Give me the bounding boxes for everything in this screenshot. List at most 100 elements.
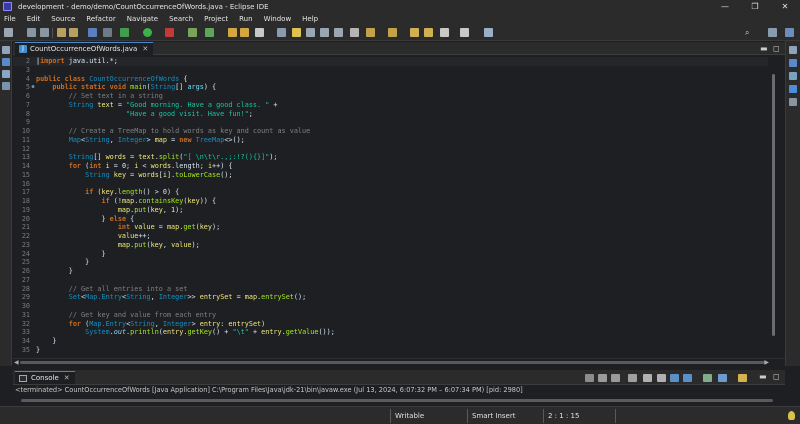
redo-icon[interactable] <box>69 28 78 37</box>
code-line[interactable]: 17 if (key.length() > 0) { <box>13 188 773 197</box>
run-icon[interactable] <box>143 28 152 37</box>
menu-edit[interactable]: Edit <box>27 15 41 23</box>
code-text[interactable]: // Create a TreeMap to hold words as key… <box>36 127 310 136</box>
code-line[interactable]: 13 String[] words = text.split("[ \n\t\r… <box>13 153 773 162</box>
code-text[interactable]: for (Map.Entry<String, Integer> entry: e… <box>36 320 266 329</box>
fold-marker-icon[interactable] <box>30 118 36 127</box>
code-text[interactable]: // Set text in a string <box>36 92 163 101</box>
menu-window[interactable]: Window <box>264 15 292 23</box>
pin-console-icon[interactable] <box>703 374 712 382</box>
code-line[interactable]: 35} <box>13 346 773 355</box>
display-console-icon[interactable] <box>718 374 727 382</box>
outline-view-icon[interactable] <box>789 59 797 67</box>
save-all-icon[interactable] <box>40 28 49 37</box>
close-icon[interactable]: ✕ <box>142 45 148 53</box>
search-tool-icon[interactable] <box>255 28 264 37</box>
console-horizontal-scrollbar[interactable] <box>13 396 785 404</box>
scroll-right-icon[interactable]: ▶ <box>764 359 769 366</box>
task-list-icon[interactable] <box>789 72 797 80</box>
menu-navigate[interactable]: Navigate <box>127 15 158 23</box>
fold-marker-icon[interactable] <box>30 276 36 285</box>
minimize-icon[interactable]: ▬ <box>760 44 768 53</box>
problems-icon[interactable] <box>789 98 797 106</box>
insert-mode-status[interactable]: Smart Insert <box>472 410 515 422</box>
scroll-thumb[interactable] <box>20 361 765 364</box>
code-line[interactable]: 22 value++; <box>13 232 773 241</box>
open-console-icon[interactable] <box>738 374 747 382</box>
code-editor[interactable]: 2 |import java.util.*; 3 4 public class Coun… <box>13 56 780 358</box>
debug-icon[interactable] <box>120 28 129 37</box>
java-perspective-icon[interactable] <box>785 28 794 37</box>
code-text[interactable]: String[] words = text.split("[ \n\t\r.,;… <box>36 153 278 162</box>
close-icon[interactable]: ✕ <box>770 0 800 13</box>
new-icon[interactable] <box>4 28 13 37</box>
show-stdout-icon[interactable] <box>670 374 679 382</box>
code-text[interactable]: } <box>36 258 89 267</box>
minimize-icon[interactable]: ▬ <box>759 372 767 381</box>
code-text[interactable]: String key = words[i].toLowerCase(); <box>36 171 232 180</box>
code-line[interactable]: 16 <box>13 180 773 189</box>
code-text[interactable]: if (!map.containsKey(key)) { <box>36 197 216 206</box>
code-line[interactable]: 2 |import java.util.*; <box>13 57 773 66</box>
help-icon[interactable] <box>789 85 797 93</box>
menu-help[interactable]: Help <box>302 15 318 23</box>
code-line[interactable]: 12 <box>13 145 773 154</box>
terminate-icon[interactable] <box>585 374 594 382</box>
code-line[interactable]: 5 ● public static void main(String[] args… <box>13 83 773 92</box>
highlight-icon[interactable] <box>292 28 301 37</box>
undo-icon[interactable] <box>57 28 66 37</box>
type-hierarchy-icon[interactable] <box>2 82 10 90</box>
prev-annotation-icon[interactable] <box>388 28 397 37</box>
forward-icon[interactable] <box>424 28 433 37</box>
toggle-block-icon[interactable] <box>306 28 315 37</box>
fold-marker-icon[interactable] <box>30 66 36 75</box>
close-icon[interactable]: ✕ <box>64 374 70 382</box>
lightbulb-icon[interactable] <box>788 411 795 420</box>
next-annotation-icon[interactable] <box>366 28 375 37</box>
code-lines[interactable]: 2 |import java.util.*; 3 4 public class Coun… <box>13 57 773 355</box>
menu-refactor[interactable]: Refactor <box>86 15 115 23</box>
menu-file[interactable]: File <box>4 15 16 23</box>
skip-breakpoints-icon[interactable] <box>103 28 112 37</box>
code-text[interactable]: } <box>36 267 73 276</box>
terminal-icon[interactable] <box>88 28 97 37</box>
code-text[interactable]: if (key.length() > 0) { <box>36 188 179 197</box>
search-icon[interactable]: ⌕ <box>745 28 754 37</box>
maximize-icon[interactable]: ◻ <box>773 44 780 53</box>
code-line[interactable]: 4 public class CountOccurrenceOfWords { <box>13 75 773 84</box>
code-text[interactable]: |import java.util.*; <box>36 57 118 66</box>
code-line[interactable]: 27 <box>13 276 773 285</box>
remove-launch-icon[interactable] <box>598 374 607 382</box>
restore-icon[interactable] <box>2 46 10 54</box>
code-text[interactable]: } <box>36 337 56 346</box>
code-text[interactable]: Set<Map.Entry<String, Integer>> entrySet… <box>36 293 306 302</box>
code-line[interactable]: 25 } <box>13 258 773 267</box>
pilcrow-icon[interactable] <box>350 28 359 37</box>
fold-marker-icon[interactable] <box>30 302 36 311</box>
code-line[interactable]: 23 map.put(key, value); <box>13 241 773 250</box>
code-text[interactable]: "Have a good visit. Have fun!"; <box>36 110 253 119</box>
word-wrap-console-icon[interactable] <box>657 374 666 382</box>
code-text[interactable]: for (int i = 0; i < words.length; i++) { <box>36 162 233 171</box>
code-line[interactable]: 21 int value = map.get(key); <box>13 223 773 232</box>
code-text[interactable]: } else { <box>36 215 134 224</box>
code-text[interactable]: System.out.println(entry.getKey() + "\t"… <box>36 328 335 337</box>
fold-marker-icon[interactable] <box>30 180 36 189</box>
editor-horizontal-scrollbar[interactable]: ◀ ▶ <box>13 358 785 366</box>
editor-vertical-scrollbar[interactable] <box>768 56 780 358</box>
code-line[interactable]: 28 // Get all entries into a set <box>13 285 773 294</box>
code-line[interactable]: 15 String key = words[i].toLowerCase(); <box>13 171 773 180</box>
code-text[interactable]: map.put(key, value); <box>36 241 200 250</box>
back-icon[interactable] <box>410 28 419 37</box>
menu-project[interactable]: Project <box>204 15 228 23</box>
code-text[interactable]: value++; <box>36 232 151 241</box>
code-line[interactable]: 32 for (Map.Entry<String, Integer> entry… <box>13 320 773 329</box>
pin-editor-icon[interactable] <box>484 28 493 37</box>
code-line[interactable]: 6 // Set text in a string <box>13 92 773 101</box>
save-icon[interactable] <box>27 28 36 37</box>
code-text[interactable]: String text = "Good morning. Have a good… <box>36 101 278 110</box>
code-text[interactable]: public class CountOccurrenceOfWords { <box>36 75 187 84</box>
code-text[interactable]: public static void main(String[] args) { <box>36 83 216 92</box>
code-line[interactable]: 33 System.out.println(entry.getKey() + "… <box>13 328 773 337</box>
annotation-icon[interactable] <box>277 28 286 37</box>
